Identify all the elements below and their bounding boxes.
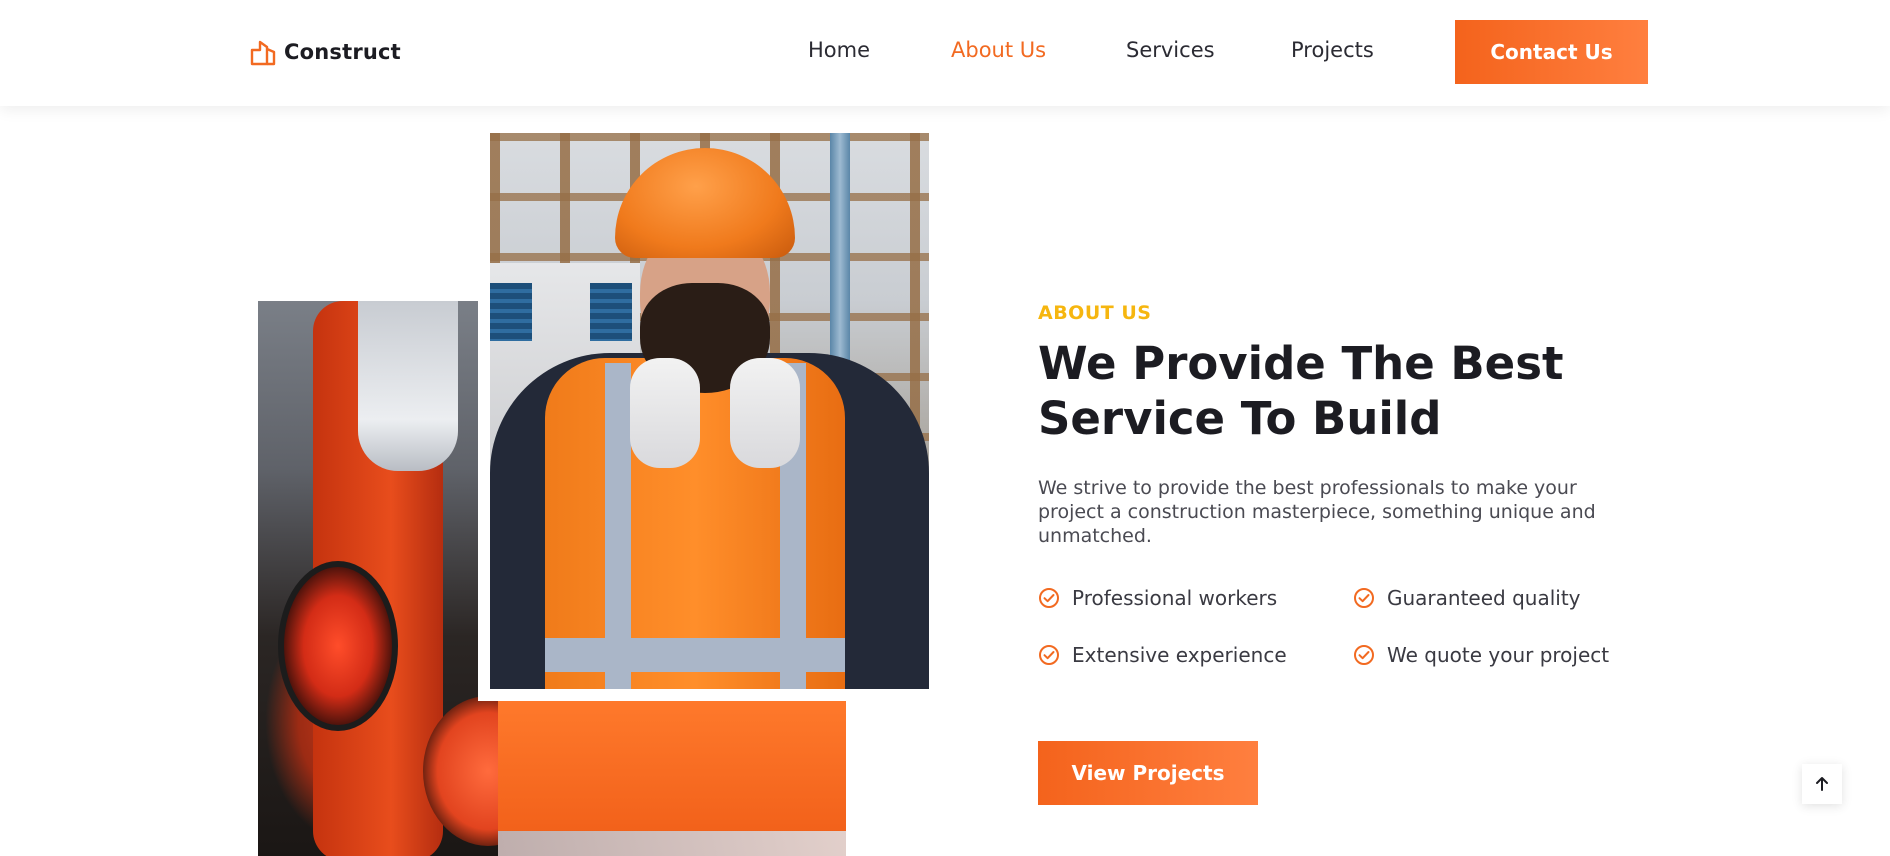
- feature-item: Professional workers: [1038, 586, 1277, 610]
- brand-name: Construct: [284, 40, 401, 64]
- feature-label: Professional workers: [1072, 586, 1278, 610]
- building-logo-icon: [250, 40, 276, 66]
- check-circle-icon: [1354, 588, 1374, 608]
- feature-item: We quote your project: [1353, 643, 1609, 667]
- feature-label: Extensive experience: [1072, 643, 1287, 667]
- section-title-line2: Service To Build: [1038, 392, 1442, 445]
- nav-about-us[interactable]: About Us: [951, 38, 1046, 62]
- section-title-line1: We Provide The Best: [1038, 337, 1564, 390]
- feature-label: Guaranteed quality: [1387, 586, 1581, 610]
- feature-label: We quote your project: [1387, 643, 1610, 667]
- contact-us-button[interactable]: Contact Us: [1455, 20, 1648, 84]
- about-page: Construct Home About Us Services Project…: [0, 0, 1890, 856]
- view-projects-button[interactable]: View Projects: [1038, 741, 1258, 805]
- nav-services[interactable]: Services: [1126, 38, 1215, 62]
- check-circle-icon: [1354, 645, 1374, 665]
- arrow-up-icon: [1816, 777, 1828, 791]
- feature-item: Guaranteed quality: [1353, 586, 1581, 610]
- brand[interactable]: Construct: [250, 38, 401, 66]
- section-title: We Provide The Best Service To Build: [1038, 336, 1598, 446]
- worker-hardhat-photo: [490, 133, 929, 689]
- section-description: We strive to provide the best profession…: [1038, 477, 1596, 547]
- feature-item: Extensive experience: [1038, 643, 1287, 667]
- check-circle-icon: [1039, 588, 1059, 608]
- nav-home[interactable]: Home: [808, 38, 870, 62]
- navbar: Construct Home About Us Services Project…: [0, 0, 1890, 106]
- check-circle-icon: [1039, 645, 1059, 665]
- nav-projects[interactable]: Projects: [1291, 38, 1374, 62]
- scroll-to-top-button[interactable]: [1802, 764, 1842, 804]
- section-eyebrow: ABOUT US: [1038, 302, 1152, 324]
